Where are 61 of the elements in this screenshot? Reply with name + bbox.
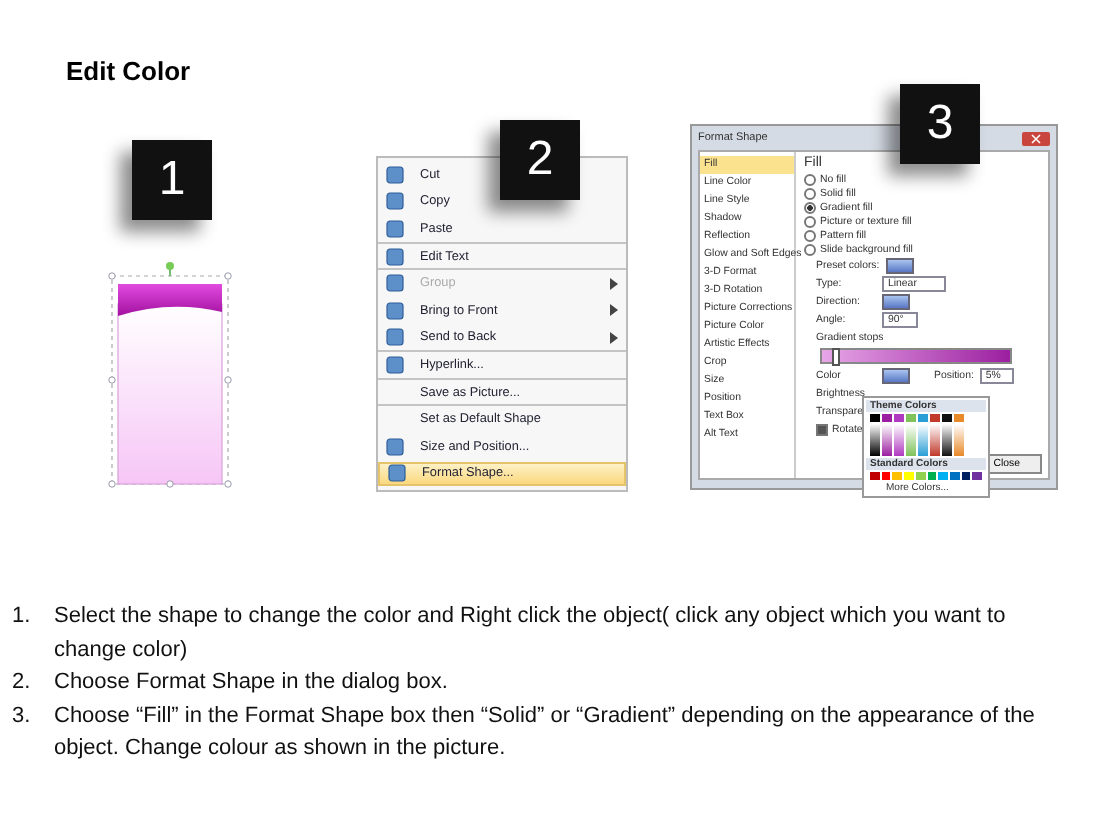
color-swatch[interactable] [930,414,940,422]
color-swatch[interactable] [938,472,948,480]
radio-button[interactable] [804,173,816,185]
close-icon[interactable] [1022,131,1050,145]
tile-icon [386,274,404,293]
submenu-arrow-icon [610,304,618,317]
color-swatch[interactable] [906,414,916,422]
direction-button[interactable] [882,293,910,309]
radio-button[interactable] [804,243,816,255]
color-shade-swatch[interactable] [882,424,892,456]
color-button[interactable] [882,367,910,383]
color-swatch[interactable] [870,472,880,480]
step-number-badge: 3 [900,84,980,164]
color-shade-swatch[interactable] [954,424,964,456]
instruction-text: Choose “Fill” in the Format Shape box then “Solid” or “Gradient” depending on the appearance of the object. Change colour as shown in the picture. [54,701,1037,764]
color-swatch[interactable] [892,472,903,480]
radio-button[interactable] [804,201,816,213]
color-swatch[interactable] [881,472,891,480]
tile-icon [388,464,406,483]
radio-button[interactable] [804,215,816,227]
color-shade-swatch[interactable] [930,424,940,456]
tile-icon [386,301,404,320]
color-swatch[interactable] [882,414,892,422]
tile-icon [386,355,404,374]
tile-icon [386,437,404,456]
color-shade-swatch[interactable] [870,424,880,456]
color-swatch[interactable] [949,472,960,480]
step-number: 2. [12,668,33,698]
step-number: 3. [12,701,33,731]
color-swatch[interactable] [954,414,964,422]
color-swatch[interactable] [894,414,904,422]
color-swatch[interactable] [961,472,971,480]
step-number-badge: 1 [132,140,212,220]
tile-icon [386,165,404,184]
slide-title: Edit Color [66,56,191,86]
color-swatch[interactable] [915,472,926,480]
tile-icon [386,247,404,266]
color-shade-swatch[interactable] [894,424,904,456]
gradient-stop-handle[interactable] [831,348,840,366]
color-swatch[interactable] [942,414,952,422]
tile-icon [386,192,404,211]
radio-button[interactable] [804,229,816,241]
color-swatch[interactable] [870,414,880,422]
step-number-badge: 2 [500,120,580,200]
color-shade-swatch[interactable] [918,424,928,456]
color-swatch[interactable] [918,414,928,422]
color-swatch[interactable] [927,472,937,480]
submenu-arrow-icon [610,331,618,344]
color-shade-swatch[interactable] [906,424,916,456]
instruction-text: Select the shape to change the color and Right click the object( click any object which you want to change color) [54,602,1008,665]
tile-icon [386,328,404,347]
instruction-text: Choose Format Shape in the dialog box. [54,668,450,698]
color-swatch[interactable] [904,472,914,480]
color-shade-swatch[interactable] [942,424,952,456]
tile-icon [386,219,404,238]
radio-button[interactable] [804,187,816,199]
preset-colors-button[interactable] [885,257,914,273]
submenu-arrow-icon [610,277,618,290]
step-number: 1. [12,602,33,632]
color-swatch[interactable] [972,472,983,480]
checkbox[interactable] [816,423,828,435]
